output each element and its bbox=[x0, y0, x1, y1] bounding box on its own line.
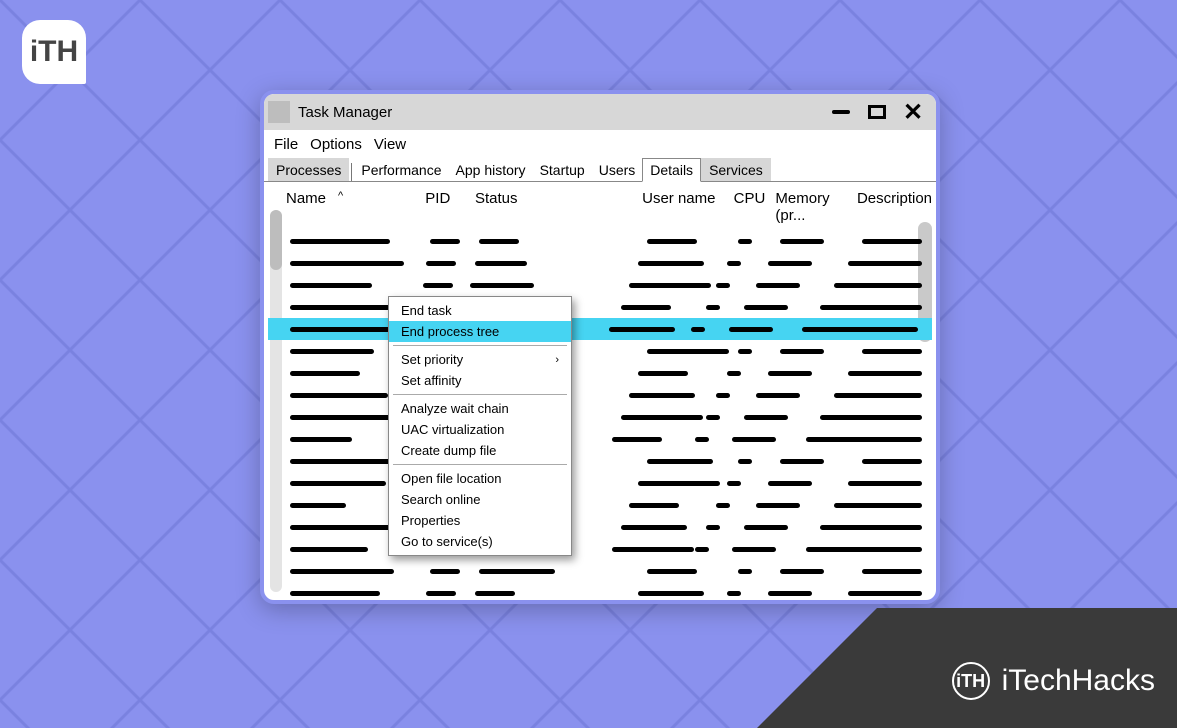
ribbon-logo-icon: iTH bbox=[952, 662, 990, 700]
table-row[interactable] bbox=[290, 340, 936, 362]
context-menu-separator bbox=[393, 345, 567, 346]
context-menu-item-label: Go to service(s) bbox=[401, 534, 493, 549]
table-row[interactable] bbox=[290, 252, 936, 274]
menubar: File Options View bbox=[264, 130, 936, 157]
table-row[interactable] bbox=[290, 582, 936, 604]
maximize-button[interactable] bbox=[866, 101, 888, 123]
titlebar-left: Task Manager bbox=[268, 101, 392, 123]
table-row[interactable] bbox=[290, 296, 936, 318]
sort-ascending-icon[interactable]: ^ bbox=[338, 190, 343, 224]
table-row[interactable] bbox=[290, 450, 936, 472]
table-row[interactable] bbox=[290, 384, 936, 406]
submenu-arrow-icon: › bbox=[555, 354, 559, 366]
context-menu-item-label: Set priority bbox=[401, 352, 463, 367]
tab-processes[interactable]: Processes bbox=[268, 158, 349, 181]
columns-header: Name ^ PID Status User name CPU Memory (… bbox=[268, 188, 936, 230]
context-menu-item[interactable]: Analyze wait chain bbox=[389, 398, 571, 419]
context-menu-item-label: Set affinity bbox=[401, 373, 461, 388]
context-menu-separator bbox=[393, 464, 567, 465]
ribbon-text: iTechHacks bbox=[1002, 664, 1155, 698]
context-menu-item[interactable]: Search online bbox=[389, 489, 571, 510]
window-title: Task Manager bbox=[298, 104, 392, 121]
col-pid[interactable]: PID bbox=[425, 190, 450, 207]
col-cpu[interactable]: CPU bbox=[734, 190, 766, 207]
menu-options[interactable]: Options bbox=[310, 136, 362, 153]
table-row[interactable] bbox=[290, 560, 936, 582]
task-manager-window: Task Manager ✕ File Options View Process… bbox=[260, 90, 940, 604]
table-row[interactable] bbox=[290, 406, 936, 428]
menu-file[interactable]: File bbox=[274, 136, 298, 153]
context-menu: End taskEnd process treeSet priority›Set… bbox=[388, 296, 572, 556]
table-row[interactable] bbox=[290, 362, 936, 384]
tab-divider bbox=[351, 163, 352, 181]
col-memory[interactable]: Memory (pr... bbox=[775, 190, 829, 224]
site-logo-top-left: iTH bbox=[22, 20, 86, 84]
context-menu-item[interactable]: Set affinity bbox=[389, 370, 571, 391]
col-name[interactable]: Name bbox=[286, 190, 326, 224]
tabbar: Processes Performance App history Startu… bbox=[264, 157, 936, 182]
close-button[interactable]: ✕ bbox=[902, 101, 924, 123]
process-rows bbox=[268, 230, 936, 604]
context-menu-item-label: Properties bbox=[401, 513, 460, 528]
tab-services[interactable]: Services bbox=[701, 158, 771, 181]
context-menu-item-label: Create dump file bbox=[401, 443, 496, 458]
context-menu-item[interactable]: Set priority › bbox=[389, 349, 571, 370]
context-menu-item-label: End process tree bbox=[401, 324, 499, 339]
context-menu-item[interactable]: UAC virtualization bbox=[389, 419, 571, 440]
context-menu-item[interactable]: End process tree bbox=[389, 321, 571, 342]
table-row[interactable] bbox=[268, 318, 932, 340]
context-menu-item-label: UAC virtualization bbox=[401, 422, 504, 437]
tab-details[interactable]: Details bbox=[642, 158, 701, 182]
table-row[interactable] bbox=[290, 428, 936, 450]
context-menu-item[interactable]: Go to service(s) bbox=[389, 531, 571, 552]
window-controls: ✕ bbox=[830, 101, 930, 123]
context-menu-item-label: Search online bbox=[401, 492, 481, 507]
tab-startup[interactable]: Startup bbox=[533, 159, 592, 181]
col-status[interactable]: Status bbox=[475, 190, 518, 207]
table-row[interactable] bbox=[290, 472, 936, 494]
context-menu-item[interactable]: Properties bbox=[389, 510, 571, 531]
titlebar[interactable]: Task Manager ✕ bbox=[264, 94, 936, 130]
context-menu-item-label: End task bbox=[401, 303, 452, 318]
app-icon bbox=[268, 101, 290, 123]
menu-view[interactable]: View bbox=[374, 136, 406, 153]
table-row[interactable] bbox=[290, 538, 936, 560]
context-menu-item[interactable]: End task bbox=[389, 300, 571, 321]
context-menu-item[interactable]: Open file location bbox=[389, 468, 571, 489]
table-row[interactable] bbox=[290, 230, 936, 252]
col-user[interactable]: User name bbox=[642, 190, 715, 207]
context-menu-item-label: Analyze wait chain bbox=[401, 401, 509, 416]
tab-performance[interactable]: Performance bbox=[354, 159, 448, 181]
context-menu-separator bbox=[393, 394, 567, 395]
tab-users[interactable]: Users bbox=[592, 159, 643, 181]
ribbon-content: iTH iTechHacks bbox=[952, 662, 1155, 700]
col-description[interactable]: Description bbox=[857, 190, 932, 207]
context-menu-item-label: Open file location bbox=[401, 471, 501, 486]
minimize-button[interactable] bbox=[830, 101, 852, 123]
branding-ribbon-corner: iTH iTechHacks bbox=[837, 608, 1177, 728]
table-row[interactable] bbox=[290, 274, 936, 296]
details-content: Name ^ PID Status User name CPU Memory (… bbox=[264, 182, 936, 598]
context-menu-item[interactable]: Create dump file bbox=[389, 440, 571, 461]
logo-text: iTH bbox=[30, 35, 78, 69]
table-row[interactable] bbox=[290, 516, 936, 538]
table-row[interactable] bbox=[290, 494, 936, 516]
tab-app-history[interactable]: App history bbox=[449, 159, 533, 181]
